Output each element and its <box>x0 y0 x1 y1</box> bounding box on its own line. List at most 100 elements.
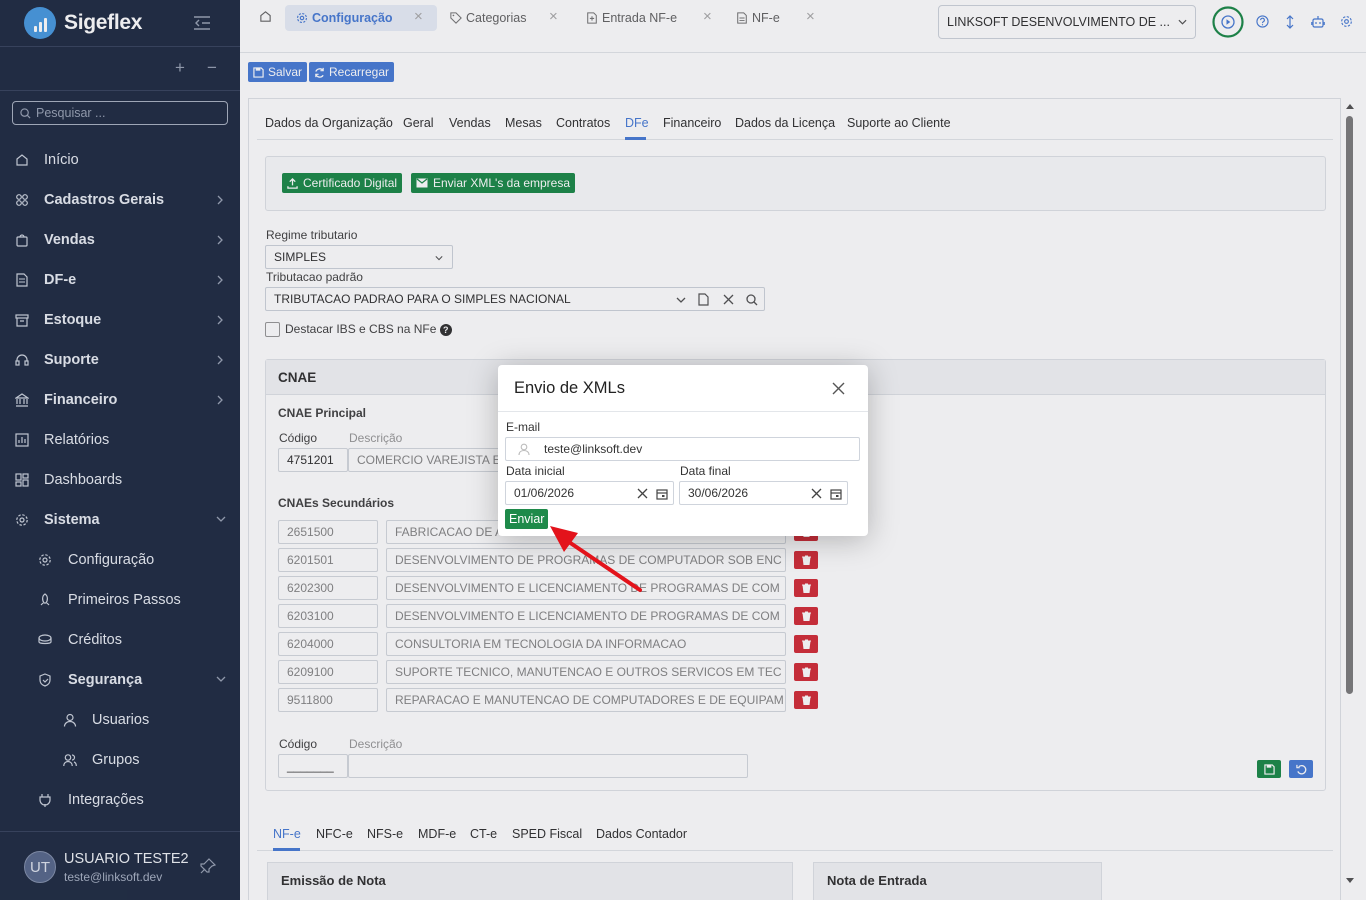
sidebar-item-relatorios[interactable]: Relatórios <box>0 420 240 460</box>
sidebar-item-configuracao[interactable]: Configuração <box>0 540 240 580</box>
tributacao-select[interactable]: TRIBUTACAO PADRAO PARA O SIMPLES NACIONA… <box>265 287 765 311</box>
save-button[interactable]: Salvar <box>248 62 308 82</box>
home-icon[interactable] <box>259 10 272 23</box>
sidebar-item-vendas[interactable]: Vendas <box>0 220 240 260</box>
close-icon[interactable]: × <box>806 8 815 25</box>
scroll-thumb[interactable] <box>1346 116 1353 694</box>
cnae-code[interactable]: 6202300 <box>278 576 378 600</box>
help-icon[interactable] <box>1256 15 1269 28</box>
end-date-field[interactable]: 30/06/2026 <box>679 481 848 505</box>
cnae-desc[interactable]: REPARACAO E MANUTENCAO DE COMPUTADORES E… <box>386 688 786 712</box>
cnae-code[interactable]: 6204000 <box>278 632 378 656</box>
tab-entrada-nfe[interactable]: Entrada NF-e × <box>586 5 712 31</box>
cnae-code[interactable]: 2651500 <box>278 520 378 544</box>
undo-button[interactable] <box>1289 760 1313 778</box>
tab-geral[interactable]: Geral <box>403 116 434 130</box>
tab-dados-licenca[interactable]: Dados da Licença <box>735 116 835 130</box>
delete-button[interactable] <box>794 663 818 681</box>
sidebar-item-cadastros-gerais[interactable]: Cadastros Gerais <box>0 180 240 220</box>
clear-icon[interactable] <box>723 294 734 305</box>
clear-icon[interactable] <box>637 488 648 499</box>
delete-button[interactable] <box>794 551 818 569</box>
regime-select[interactable]: SIMPLES <box>265 245 453 269</box>
delete-button[interactable] <box>794 691 818 709</box>
scroll-up-icon[interactable] <box>1346 103 1354 109</box>
reload-button[interactable]: Recarregar <box>309 62 395 82</box>
email-field[interactable]: teste@linksoft.dev <box>505 437 860 461</box>
tab-suporte-cliente[interactable]: Suporte ao Cliente <box>847 116 951 130</box>
sidebar-item-suporte[interactable]: Suporte <box>0 340 240 380</box>
chevron-down-icon[interactable] <box>676 297 686 303</box>
robot-icon[interactable] <box>1311 15 1325 28</box>
tab-nfse[interactable]: NFS-e <box>367 827 403 841</box>
sidebar-item-grupos[interactable]: Grupos <box>0 740 240 780</box>
sidebar-item-inicio[interactable]: Início <box>0 140 240 180</box>
gear-icon[interactable] <box>1340 15 1353 28</box>
cnae-code[interactable]: 9511800 <box>278 688 378 712</box>
cnae-desc[interactable]: DESENVOLVIMENTO E LICENCIAMENTO DE PROGR… <box>386 604 786 628</box>
tab-dfe[interactable]: DFe <box>625 116 649 130</box>
add-cnae-button[interactable] <box>1257 760 1281 778</box>
delete-button[interactable] <box>794 607 818 625</box>
help-icon[interactable]: ? <box>439 323 452 336</box>
sidebar-item-dfe[interactable]: DF-e <box>0 260 240 300</box>
cnae-principal-code[interactable]: 4751201 <box>278 448 348 472</box>
tab-configuracao[interactable]: Configuração × <box>285 5 437 31</box>
file-icon[interactable] <box>698 293 709 306</box>
cnae-code[interactable]: 6201501 <box>278 548 378 572</box>
play-tour-icon[interactable] <box>1212 6 1244 38</box>
company-select[interactable]: LINKSOFT DESENVOLVIMENTO DE ... <box>938 5 1196 39</box>
sidebar-item-estoque[interactable]: Estoque <box>0 300 240 340</box>
search-icon[interactable] <box>746 294 758 306</box>
send-xml-button[interactable]: Enviar XML's da empresa <box>411 173 576 193</box>
tab-contratos[interactable]: Contratos <box>556 116 610 130</box>
collapse-all-icon[interactable]: − <box>207 59 217 76</box>
tab-financeiro[interactable]: Financeiro <box>663 116 721 130</box>
tab-sped-fiscal[interactable]: SPED Fiscal <box>512 827 582 841</box>
close-icon[interactable]: × <box>703 8 712 25</box>
sidebar-item-dashboards[interactable]: Dashboards <box>0 460 240 500</box>
close-icon[interactable]: × <box>549 8 558 25</box>
tab-categorias[interactable]: Categorias × <box>450 5 565 31</box>
tab-cte[interactable]: CT-e <box>470 827 497 841</box>
user-profile[interactable]: UT USUARIO TESTE2 teste@linksoft.dev <box>0 831 240 900</box>
tab-nfce[interactable]: NFC-e <box>316 827 353 841</box>
expand-all-icon[interactable]: + <box>175 59 185 76</box>
scroll-down-icon[interactable] <box>1346 878 1354 884</box>
tab-nfe-sub[interactable]: NF-e <box>273 827 301 841</box>
collapse-menu-icon[interactable] <box>193 15 211 31</box>
send-button[interactable]: Enviar <box>505 509 549 529</box>
tab-vendas[interactable]: Vendas <box>449 116 491 130</box>
tab-dados-organizacao[interactable]: Dados da Organização <box>265 116 393 130</box>
cnae-code[interactable]: 6209100 <box>278 660 378 684</box>
new-cnae-code-input[interactable]: _______ <box>278 754 348 778</box>
sidebar-item-creditos[interactable]: Créditos <box>0 620 240 660</box>
sidebar-item-integracoes[interactable]: Integrações <box>0 780 240 820</box>
start-date-field[interactable]: 01/06/2026 <box>505 481 674 505</box>
pin-icon[interactable] <box>200 858 216 874</box>
sidebar-item-financeiro[interactable]: Financeiro <box>0 380 240 420</box>
delete-button[interactable] <box>794 635 818 653</box>
cnae-desc[interactable]: DESENVOLVIMENTO E LICENCIAMENTO DE PROGR… <box>386 576 786 600</box>
cnae-desc[interactable]: CONSULTORIA EM TECNOLOGIA DA INFORMACAO <box>386 632 786 656</box>
cnae-desc[interactable]: SUPORTE TECNICO, MANUTENCAO E OUTROS SER… <box>386 660 786 684</box>
sidebar-item-seguranca[interactable]: Segurança <box>0 660 240 700</box>
clear-icon[interactable] <box>811 488 822 499</box>
calendar-icon[interactable] <box>830 488 842 500</box>
cnae-desc[interactable]: DESENVOLVIMENTO DE PROGRAMAS DE COMPUTAD… <box>386 548 786 572</box>
ibs-cbs-checkbox[interactable] <box>265 322 280 337</box>
calendar-icon[interactable] <box>656 488 668 500</box>
sidebar-search-input[interactable]: Pesquisar ... <box>12 101 228 125</box>
sidebar-item-usuarios[interactable]: Usuarios <box>0 700 240 740</box>
tab-mdfe[interactable]: MDF-e <box>418 827 456 841</box>
certificado-digital-button[interactable]: Certificado Digital <box>282 173 403 193</box>
vertical-resize-icon[interactable] <box>1286 15 1294 29</box>
new-cnae-desc-input[interactable] <box>348 754 748 778</box>
sidebar-item-sistema[interactable]: Sistema <box>0 500 240 540</box>
close-icon[interactable] <box>832 382 845 395</box>
tab-dados-contador[interactable]: Dados Contador <box>596 827 687 841</box>
tab-mesas[interactable]: Mesas <box>505 116 542 130</box>
tab-nfe[interactable]: NF-e × <box>736 5 816 31</box>
sidebar-item-primeiros-passos[interactable]: Primeiros Passos <box>0 580 240 620</box>
cnae-code[interactable]: 6203100 <box>278 604 378 628</box>
